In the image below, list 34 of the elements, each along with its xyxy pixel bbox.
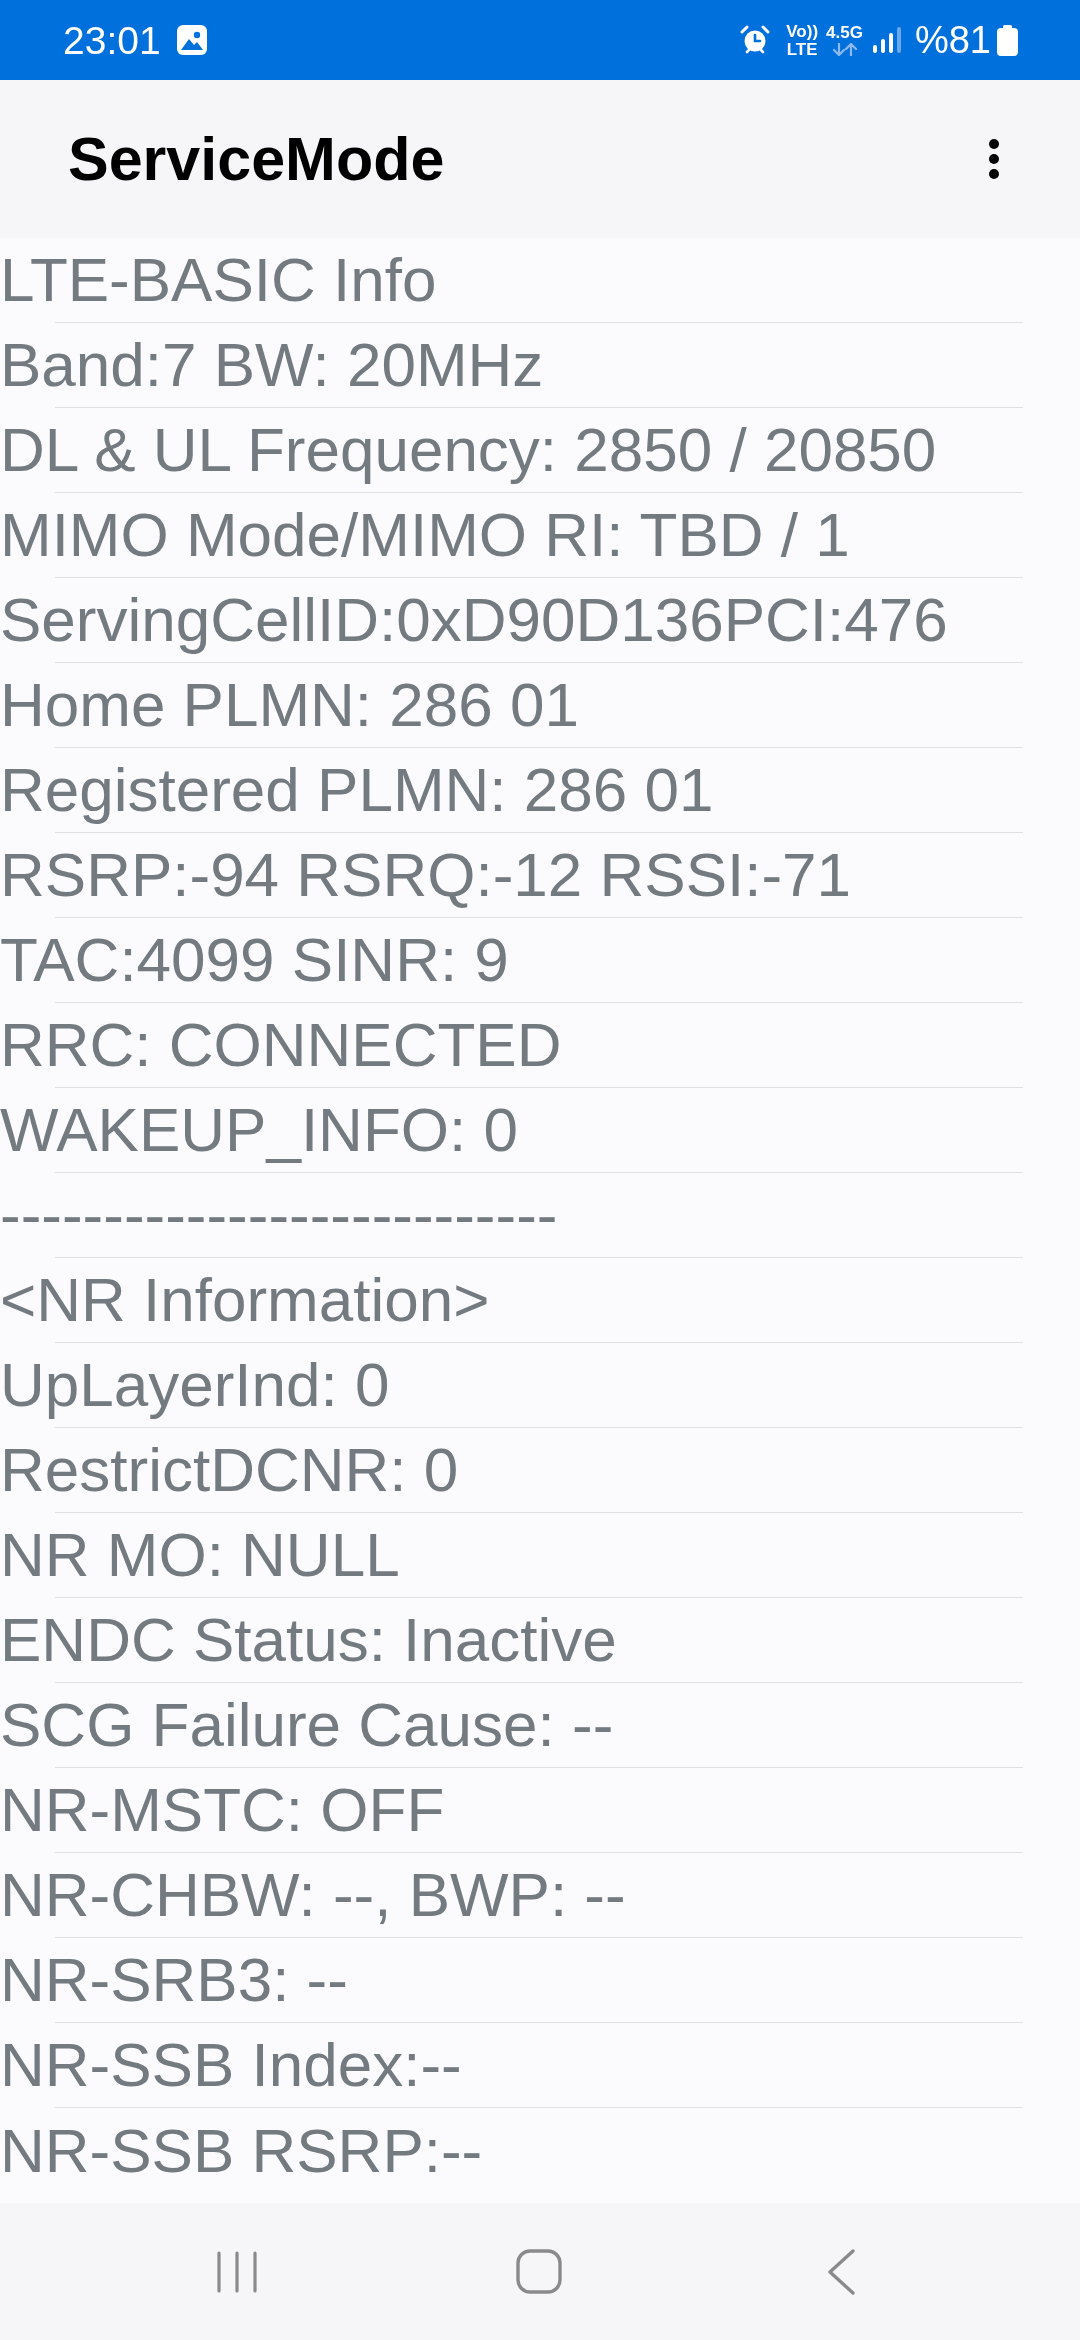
battery-icon [997, 24, 1018, 56]
info-line: LTE-BASIC Info [0, 249, 437, 311]
battery-percent: %81 [914, 21, 991, 59]
image-icon [176, 25, 207, 55]
back-icon [827, 2248, 855, 2295]
volte-label: Vo)) [786, 22, 819, 40]
info-line: RSRP:-94 RSRQ:-12 RSSI:-71 [0, 844, 852, 906]
info-line: Band:7 BW: 20MHz [0, 334, 544, 396]
info-line: Home PLMN: 286 01 [0, 674, 579, 736]
info-line: <NR Information> [0, 1269, 490, 1331]
info-line: MIMO Mode/MIMO RI: TBD / 1 [0, 504, 850, 566]
clock-time: 23:01 [63, 20, 161, 60]
home-icon [516, 2249, 562, 2294]
info-line: NR-SSB Index:-- [0, 2034, 462, 2096]
network-type-label: 4.5G [826, 24, 863, 41]
info-line: SCG Failure Cause: -- [0, 1694, 614, 1756]
data-arrows-icon [831, 43, 858, 56]
info-line: NR MO: NULL [0, 1524, 400, 1586]
info-line: TAC:4099 SINR: 9 [0, 929, 509, 991]
lte-label: LTE [786, 40, 818, 58]
info-line: RRC: CONNECTED [0, 1014, 562, 1076]
recent-apps-icon [217, 2250, 257, 2293]
signal-icon [872, 27, 901, 53]
info-line: NR-SRB3: -- [0, 1949, 348, 2011]
info-line: NR-SSB RSRP:-- [0, 2119, 483, 2182]
alarm-clock-icon [740, 25, 771, 55]
info-line: --------------------------- [0, 1184, 558, 1246]
app-title: ServiceMode [68, 128, 446, 190]
more-options-icon [988, 138, 1000, 180]
info-line: RestrictDCNR: 0 [0, 1439, 459, 1501]
info-line: WAKEUP_INFO: 0 [0, 1099, 518, 1161]
info-line: ENDC Status: Inactive [0, 1609, 617, 1671]
info-line: NR-CHBW: --, BWP: -- [0, 1864, 626, 1926]
info-line: NR-MSTC: OFF [0, 1779, 445, 1841]
